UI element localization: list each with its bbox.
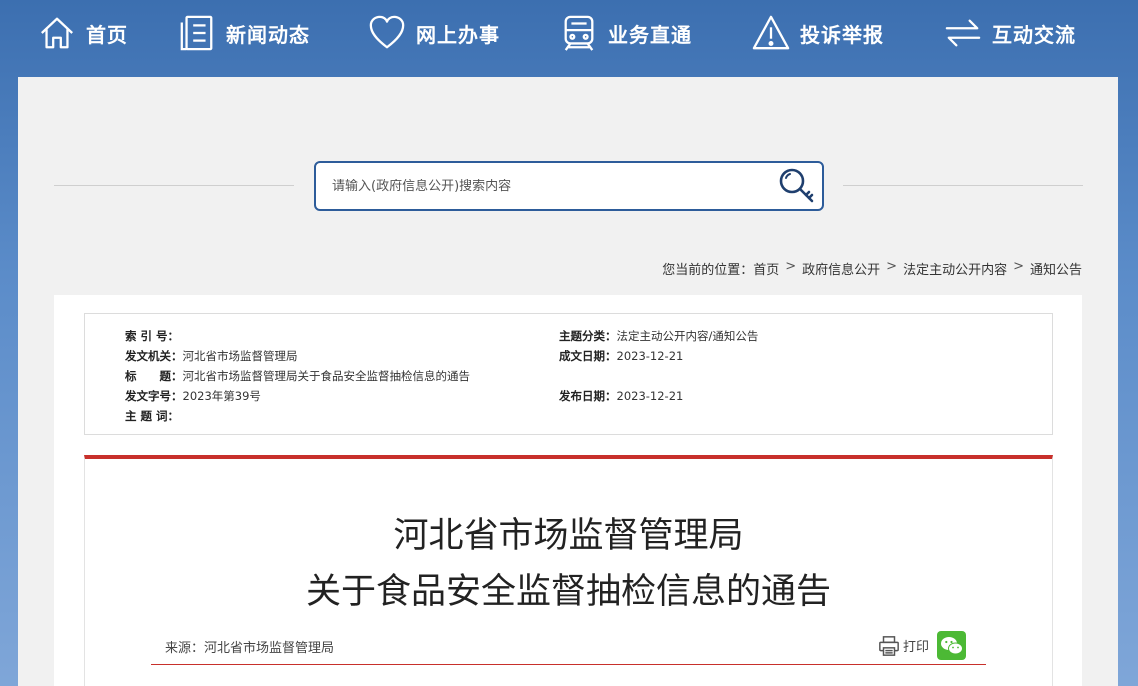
print-label: 打印 [902, 640, 929, 655]
breadcrumb-item-notices[interactable]: 通知公告 [1030, 259, 1082, 278]
meta-label: 标 题： [125, 369, 183, 383]
meta-issuer: 发文机关：河北省市场监督管理局 [125, 348, 298, 364]
nav-label: 网上办事 [416, 22, 500, 47]
metadata-table: 索 引 号： 主题分类：法定主动公开内容/通知公告 发文机关：河北省市场监督管理… [84, 313, 1053, 435]
search-box [314, 161, 824, 211]
divider [54, 185, 294, 186]
breadcrumb-item-statutory[interactable]: 法定主动公开内容 [903, 259, 1007, 278]
breadcrumb: 您当前的位置： 首页 > 政府信息公开 > 法定主动公开内容 > 通知公告 [662, 259, 1082, 278]
search-input[interactable] [332, 178, 772, 194]
nav-label: 业务直通 [608, 22, 692, 47]
breadcrumb-prefix: 您当前的位置： [662, 263, 754, 278]
breadcrumb-separator: > [785, 259, 797, 274]
breadcrumb-separator: > [886, 259, 898, 274]
meta-label: 成文日期： [559, 349, 617, 363]
article-source: 来源：河北省市场监督管理局 [165, 641, 335, 656]
nav-item-online-service[interactable]: 网上办事 [368, 12, 500, 54]
meta-title: 标 题：河北省市场监督管理局关于食品安全监督抽检信息的通告 [125, 368, 470, 384]
nav-item-home[interactable]: 首页 [38, 12, 128, 54]
article: 河北省市场监督管理局 关于食品安全监督抽检信息的通告 来源：河北省市场监督管理局… [84, 455, 1053, 686]
top-nav: 首页 新闻动态 网上办事 业务直通 投诉举报 互动交流 [0, 0, 1138, 77]
search-button[interactable] [772, 163, 822, 209]
nav-label: 投诉举报 [800, 22, 884, 47]
warning-icon [752, 15, 790, 50]
exchange-icon [945, 19, 981, 47]
meta-value: 河北省市场监督管理局 [182, 349, 298, 363]
meta-label: 发文机关： [125, 349, 183, 363]
meta-value: 2023-12-21 [616, 349, 684, 363]
meta-created: 成文日期：2023-12-21 [559, 348, 683, 364]
nav-item-interaction[interactable]: 互动交流 [944, 12, 1076, 54]
heart-icon [369, 15, 405, 49]
print-button[interactable]: 打印 [878, 635, 929, 657]
nav-item-news[interactable]: 新闻动态 [178, 12, 310, 54]
divider [843, 185, 1083, 186]
meta-label: 主题分类： [559, 329, 617, 343]
source-bar: 来源：河北省市场监督管理局 打印 [151, 631, 986, 665]
main-panel: 您当前的位置： 首页 > 政府信息公开 > 法定主动公开内容 > 通知公告 索 … [18, 77, 1118, 686]
meta-published: 发布日期：2023-12-21 [559, 388, 683, 404]
meta-value: 2023年第39号 [182, 389, 261, 403]
meta-value: 法定主动公开内容/通知公告 [616, 329, 759, 343]
nav-label: 首页 [86, 22, 128, 47]
breadcrumb-item-gov-info[interactable]: 政府信息公开 [802, 259, 880, 278]
article-title-line2: 关于食品安全监督抽检信息的通告 [305, 572, 831, 612]
nav-label: 新闻动态 [226, 22, 310, 47]
home-icon [41, 17, 73, 49]
nav-label: 互动交流 [992, 22, 1076, 47]
content-area: 索 引 号： 主题分类：法定主动公开内容/通知公告 发文机关：河北省市场监督管理… [54, 295, 1082, 686]
meta-keywords: 主 题 词： [125, 408, 179, 424]
nav-item-business[interactable]: 业务直通 [560, 12, 692, 54]
breadcrumb-separator: > [1013, 259, 1024, 274]
article-title-line1: 河北省市场监督管理局 [393, 516, 744, 556]
meta-label: 发布日期： [559, 389, 617, 403]
meta-label: 索 引 号： [125, 329, 180, 343]
article-tools: 打印 [878, 631, 966, 660]
meta-docno: 发文字号：2023年第39号 [125, 388, 261, 404]
meta-category: 主题分类：法定主动公开内容/通知公告 [559, 328, 758, 344]
meta-label: 主 题 词： [125, 409, 180, 423]
search-key-icon [779, 168, 814, 203]
train-icon [564, 15, 594, 51]
meta-value: 2023-12-21 [616, 389, 684, 403]
meta-index: 索 引 号： [125, 328, 179, 344]
nav-item-complaint[interactable]: 投诉举报 [752, 12, 884, 54]
printer-icon [879, 635, 899, 656]
breadcrumb-item-home[interactable]: 首页 [753, 259, 779, 278]
wechat-icon [940, 636, 963, 654]
meta-value: 河北省市场监督管理局关于食品安全监督抽检信息的通告 [182, 369, 471, 383]
wechat-share-button[interactable] [937, 631, 966, 660]
meta-label: 发文字号： [125, 389, 183, 403]
news-icon [180, 15, 213, 51]
